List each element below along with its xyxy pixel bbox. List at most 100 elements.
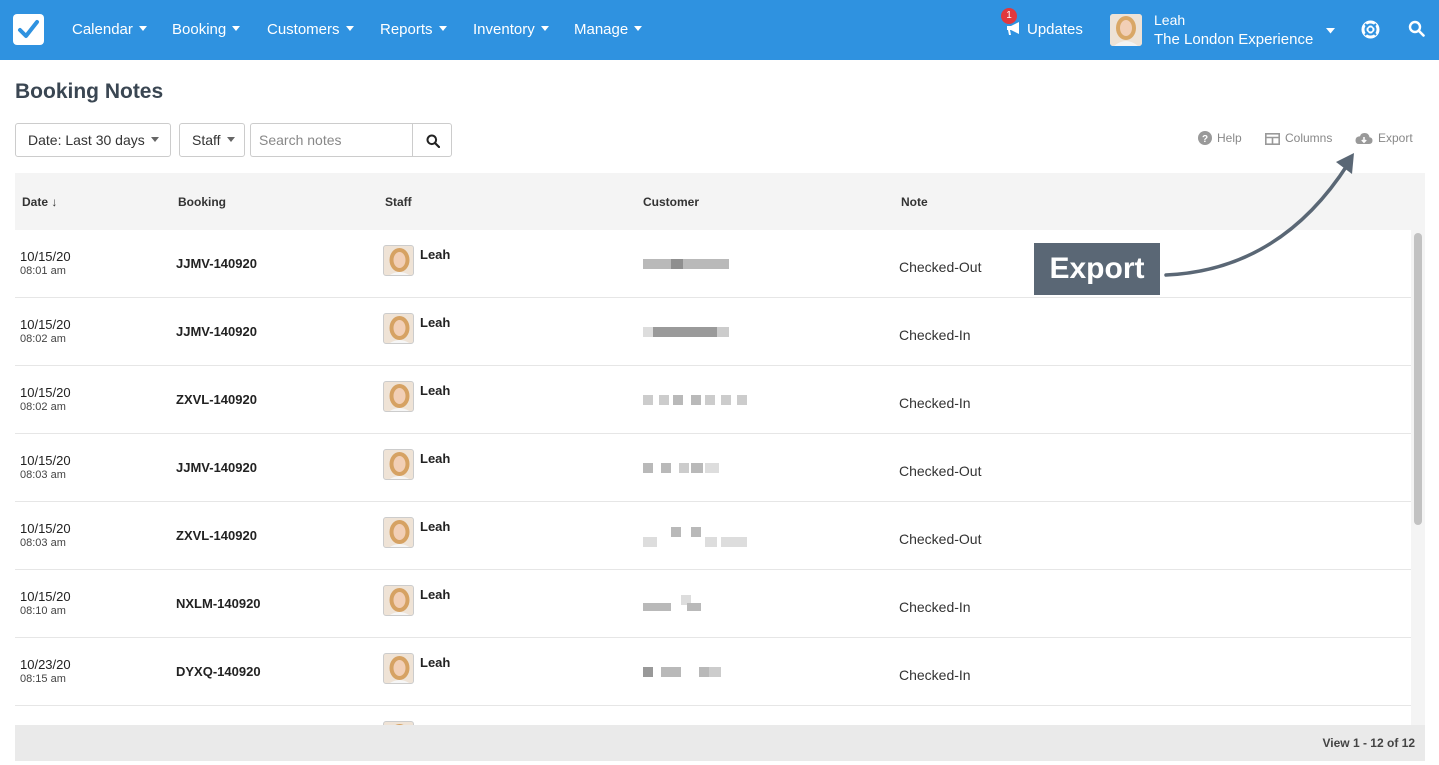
updates-button[interactable]: Updates <box>1006 20 1083 40</box>
row-note: Checked-In <box>899 667 971 683</box>
caret-down-icon <box>540 26 549 31</box>
nav-reports-label: Reports <box>380 21 433 38</box>
app-logo-icon[interactable] <box>13 14 44 45</box>
nav-customers[interactable]: Customers <box>267 20 354 40</box>
nav-reports[interactable]: Reports <box>380 20 447 40</box>
user-avatar[interactable] <box>1110 14 1142 46</box>
row-booking-link[interactable]: JJMV-140920 <box>176 324 257 339</box>
caret-down-icon[interactable] <box>1326 28 1335 34</box>
row-staff-name: Leah <box>420 587 451 602</box>
row-note: Checked-In <box>899 327 971 343</box>
row-booking-link[interactable]: JJMV-140920 <box>176 460 257 475</box>
row-booking-link[interactable]: DYXQ-140920 <box>176 664 261 679</box>
export-label: Export <box>1378 131 1413 145</box>
question-circle-icon: ? <box>1198 131 1212 145</box>
caret-down-icon <box>232 26 241 31</box>
updates-label: Updates <box>1027 21 1083 38</box>
nav-inventory[interactable]: Inventory <box>473 20 549 40</box>
row-note: Checked-Out <box>899 259 982 275</box>
staff-avatar <box>383 585 414 616</box>
redacted-customer <box>643 595 758 611</box>
date-filter-dropdown[interactable]: Date: Last 30 days <box>15 123 171 157</box>
row-booking-link[interactable]: NXLM-140920 <box>176 596 261 611</box>
redacted-customer <box>643 463 758 473</box>
column-header-note[interactable]: Note <box>901 195 928 209</box>
pagination-info: View 1 - 12 of 12 <box>1322 736 1416 750</box>
row-note: Checked-In <box>899 599 971 615</box>
row-date: 10/15/20 <box>20 249 71 264</box>
column-header-booking[interactable]: Booking <box>178 195 226 209</box>
annotation-arrow-icon <box>1164 153 1354 277</box>
help-label: Help <box>1217 131 1242 145</box>
table-row[interactable] <box>15 706 1411 725</box>
staff-avatar <box>383 245 414 276</box>
caret-down-icon <box>138 26 147 31</box>
nav-calendar[interactable]: Calendar <box>72 20 147 40</box>
staff-avatar <box>383 449 414 480</box>
scrollbar-thumb[interactable] <box>1414 233 1422 525</box>
caret-down-icon <box>345 26 354 31</box>
table-row[interactable]: 10/23/20 08:15 am DYXQ-140920 Leah Check… <box>15 638 1411 706</box>
staff-avatar <box>383 653 414 684</box>
top-nav: Calendar Booking Customers Reports Inven… <box>0 0 1439 60</box>
table-row[interactable]: 10/15/20 08:02 am JJMV-140920 Leah Check… <box>15 298 1411 366</box>
search-icon[interactable] <box>1408 20 1425 37</box>
row-time: 08:02 am <box>20 401 66 413</box>
nav-inventory-label: Inventory <box>473 21 535 38</box>
staff-filter-dropdown[interactable]: Staff <box>179 123 245 157</box>
caret-down-icon <box>150 137 159 142</box>
table-footer: View 1 - 12 of 12 <box>15 725 1425 761</box>
export-button[interactable]: Export <box>1355 131 1413 145</box>
nav-booking[interactable]: Booking <box>172 20 241 40</box>
row-time: 08:02 am <box>20 333 66 345</box>
row-booking-link[interactable]: ZXVL-140920 <box>176 392 257 407</box>
row-time: 08:10 am <box>20 605 66 617</box>
staff-avatar <box>383 313 414 344</box>
updates-badge: 1 <box>1001 8 1017 24</box>
export-callout: Export <box>1034 243 1160 295</box>
row-staff-name: Leah <box>420 451 451 466</box>
column-header-customer[interactable]: Customer <box>643 195 699 209</box>
row-note: Checked-In <box>899 395 971 411</box>
column-header-staff[interactable]: Staff <box>385 195 412 209</box>
table-row[interactable]: 10/15/20 08:10 am NXLM-140920 Leah Check… <box>15 570 1411 638</box>
columns-button[interactable]: Columns <box>1265 131 1332 145</box>
staff-filter-label: Staff <box>192 132 221 148</box>
page-title: Booking Notes <box>15 80 164 103</box>
search-notes-input[interactable] <box>250 123 413 157</box>
caret-down-icon <box>226 137 235 142</box>
nav-booking-label: Booking <box>172 21 227 38</box>
table-row[interactable]: 10/15/20 08:03 am JJMV-140920 Leah Check… <box>15 434 1411 502</box>
row-time: 08:03 am <box>20 537 66 549</box>
nav-manage[interactable]: Manage <box>574 20 643 40</box>
column-header-date[interactable]: Date ↓ <box>22 195 57 209</box>
lifebuoy-icon[interactable] <box>1361 20 1380 39</box>
row-staff-name: Leah <box>420 519 451 534</box>
search-button[interactable] <box>412 123 452 157</box>
user-org[interactable]: The London Experience <box>1154 31 1319 48</box>
row-booking-link[interactable]: ZXVL-140920 <box>176 528 257 543</box>
row-date: 10/15/20 <box>20 385 71 400</box>
row-staff-name: Leah <box>420 247 451 262</box>
row-date: 10/23/20 <box>20 657 71 672</box>
row-time: 08:03 am <box>20 469 66 481</box>
redacted-customer <box>643 395 758 405</box>
row-date: 10/15/20 <box>20 521 71 536</box>
row-staff-name: Leah <box>420 315 451 330</box>
row-date: 10/15/20 <box>20 453 71 468</box>
row-date: 10/15/20 <box>20 589 71 604</box>
redacted-customer <box>643 327 758 337</box>
help-link[interactable]: ? Help <box>1198 131 1242 145</box>
row-date: 10/15/20 <box>20 317 71 332</box>
row-staff-name: Leah <box>420 383 451 398</box>
nav-manage-label: Manage <box>574 21 629 38</box>
redacted-customer <box>643 259 758 269</box>
row-booking-link[interactable]: JJMV-140920 <box>176 256 257 271</box>
row-note: Checked-Out <box>899 531 982 547</box>
staff-avatar <box>383 517 414 548</box>
columns-label: Columns <box>1285 131 1333 145</box>
nav-calendar-label: Calendar <box>72 21 133 38</box>
table-row[interactable]: 10/15/20 08:03 am ZXVL-140920 Leah Check… <box>15 502 1411 570</box>
table-row[interactable]: 10/15/20 08:02 am ZXVL-140920 Leah Check… <box>15 366 1411 434</box>
user-name[interactable]: Leah <box>1154 12 1185 28</box>
